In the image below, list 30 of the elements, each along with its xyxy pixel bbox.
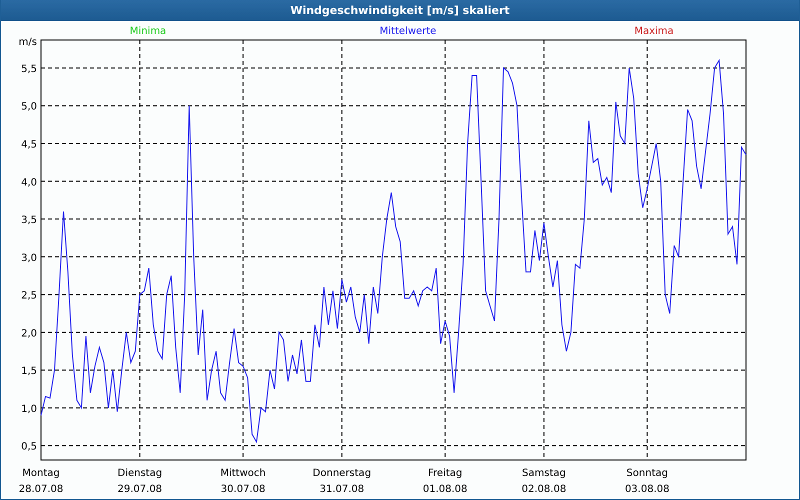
y-tick-label: 1,5	[21, 366, 37, 378]
day-label: Freitag	[428, 468, 462, 479]
y-tick-label: 0,5	[21, 442, 37, 453]
date-label: 29.07.08	[118, 484, 162, 495]
window-title: Windgeschwindigkeit [m/s] skaliert	[1, 0, 799, 21]
legend-label: Minima	[130, 26, 166, 37]
legend-label: Mittelwerte	[380, 26, 436, 37]
legend-label: Maxima	[634, 26, 674, 37]
date-label: 01.08.08	[422, 484, 468, 495]
day-label: Mittwoch	[220, 468, 266, 479]
day-label: Montag	[22, 468, 60, 479]
y-axis-unit: m/s	[18, 37, 37, 48]
y-tick-label: 1,0	[21, 404, 37, 415]
date-label: 03.08.08	[624, 484, 670, 495]
date-label: 30.07.08	[220, 484, 266, 495]
date-label: 31.07.08	[320, 484, 364, 495]
y-tick-label: 2,0	[21, 328, 37, 340]
date-label: 02.08.08	[522, 484, 566, 495]
y-tick-label: 5,5	[21, 64, 37, 75]
y-tick-label: 5,0	[21, 102, 37, 113]
y-tick-label: 3,0	[21, 252, 37, 264]
day-label: Samstag	[522, 468, 566, 479]
y-tick-label: 4,5	[21, 140, 37, 150]
y-tick-label: 4,0	[21, 177, 37, 188]
day-label: Donnerstag	[312, 468, 372, 479]
y-tick-label: 3,5	[21, 215, 37, 226]
day-label: Sonntag	[626, 468, 668, 479]
day-label: Dienstag	[118, 468, 162, 479]
y-tick-label: 2,5	[21, 290, 37, 302]
date-label: 28.07.08	[18, 484, 64, 495]
